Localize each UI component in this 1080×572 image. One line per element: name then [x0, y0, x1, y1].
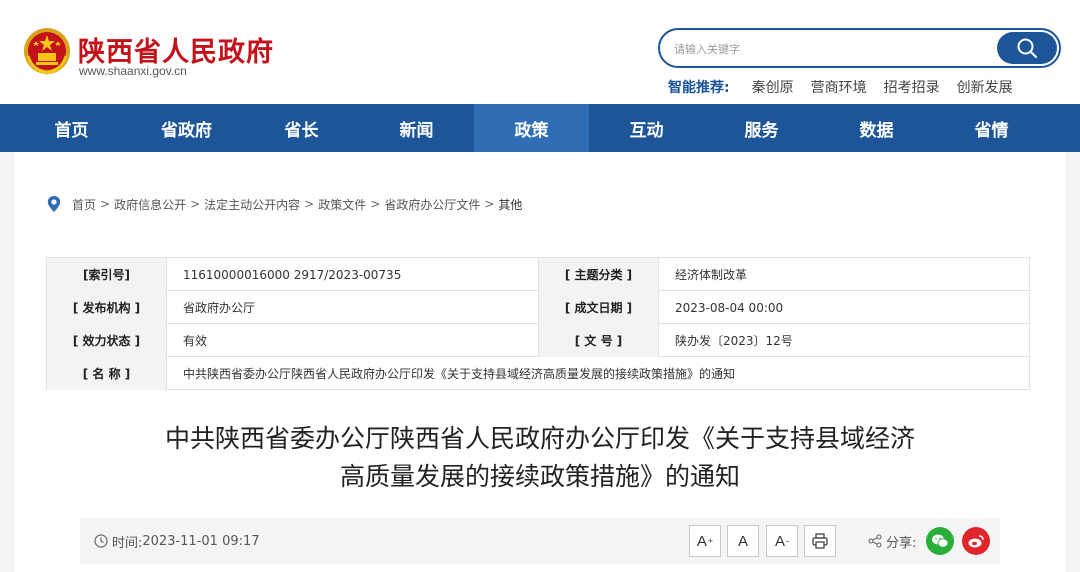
location-pin-icon — [47, 196, 61, 212]
nav-item-provincial-government[interactable]: 省政府 — [129, 104, 244, 152]
breadcrumb-separator: > — [484, 197, 495, 211]
plus-icon: + — [707, 536, 714, 546]
nav-item-interaction[interactable]: 互动 — [589, 104, 704, 152]
printer-icon — [812, 533, 828, 549]
nav-item-home[interactable]: 首页 — [14, 104, 129, 152]
recommend-link-business-environment[interactable]: 营商环境 — [811, 77, 867, 97]
main-nav: 首页 省政府 省长 新闻 政策 互动 服务 数据 省情 — [0, 104, 1080, 152]
written-date-label: [ 成文日期 ] — [539, 291, 659, 324]
smart-recommend: 智能推荐: 秦创原 营商环境 招考招录 创新发展 — [668, 77, 1030, 97]
share-area: 分享: — [868, 531, 916, 551]
breadcrumb-separator: > — [370, 197, 381, 211]
nav-item-data[interactable]: 数据 — [819, 104, 934, 152]
index-number-label: [索引号] — [47, 258, 167, 291]
recommend-link-qinchuangyuan[interactable]: 秦创原 — [752, 77, 794, 97]
search-button[interactable] — [997, 32, 1057, 64]
topic-category-label: [ 主题分类 ] — [539, 258, 659, 291]
article-title-line-2: 高质量发展的接续政策措施》的通知 — [339, 462, 740, 491]
print-button[interactable] — [804, 525, 836, 557]
clock-icon — [94, 534, 108, 548]
breadcrumb-statutory-disclosure[interactable]: 法定主动公开内容 — [204, 196, 300, 213]
weibo-icon — [968, 535, 984, 548]
written-date-value: 2023-08-04 00:00 — [675, 300, 784, 315]
validity-status-value: 有效 — [167, 324, 539, 357]
breadcrumb-separator: > — [304, 197, 315, 211]
national-emblem-icon[interactable] — [22, 26, 72, 76]
breadcrumb: 首页 > 政府信息公开 > 法定主动公开内容 > 政策文件 > 省政府办公厅文件… — [46, 194, 522, 214]
search-icon — [1017, 38, 1038, 59]
article-info-bar: 时间: 2023-11-01 09:17 A + A A- 分享: — [80, 518, 1000, 564]
breadcrumb-separator: > — [190, 197, 201, 211]
document-name-value: 中共陕西省委办公厅陕西省人民政府办公厅印发《关于支持县域经济高质量发展的接续政策… — [183, 367, 736, 381]
nav-item-policy[interactable]: 政策 — [474, 104, 589, 152]
nav-item-news[interactable]: 新闻 — [359, 104, 474, 152]
site-url[interactable]: www.shaanxi.gov.cn — [79, 64, 187, 78]
font-normal-button[interactable]: A — [727, 525, 759, 557]
nav-item-province-info[interactable]: 省情 — [934, 104, 1049, 152]
font-smaller-label: A — [774, 532, 785, 550]
breadcrumb-other[interactable]: 其他 — [498, 196, 522, 213]
table-row: [索引号] 11610000016000 2917/2023-00735 [ 主… — [47, 258, 1031, 291]
font-larger-label: A — [696, 532, 707, 550]
minus-icon: - — [786, 536, 789, 546]
article-title-line-1: 中共陕西省委办公厅陕西省人民政府办公厅印发《关于支持县域经济 — [164, 424, 915, 453]
issuer-label: [ 发布机构 ] — [47, 291, 167, 324]
share-label: 分享: — [886, 535, 917, 551]
breadcrumb-office-documents[interactable]: 省政府办公厅文件 — [384, 196, 480, 213]
font-larger-button[interactable]: A + — [689, 525, 721, 557]
issuer-value: 省政府办公厅 — [167, 291, 539, 324]
weibo-share-button[interactable] — [962, 527, 990, 555]
validity-status-label: [ 效力状态 ] — [47, 324, 167, 357]
publish-time-value: 2023-11-01 09:17 — [142, 533, 260, 549]
document-metadata-table: [索引号] 11610000016000 2917/2023-00735 [ 主… — [46, 257, 1031, 390]
nav-item-services[interactable]: 服务 — [704, 104, 819, 152]
breadcrumb-info-disclosure[interactable]: 政府信息公开 — [114, 196, 186, 213]
wechat-share-button[interactable] — [926, 527, 954, 555]
share-icon — [868, 534, 882, 548]
table-row: [ 名 称 ] 中共陕西省委办公厅陕西省人民政府办公厅印发《关于支持县域经济高质… — [47, 357, 1031, 390]
table-row: [ 效力状态 ] 有效 [ 文 号 ] 陕办发〔2023〕12号 — [47, 324, 1031, 357]
search-input[interactable] — [674, 40, 994, 58]
breadcrumb-home[interactable]: 首页 — [72, 196, 96, 213]
document-number-label: [ 文 号 ] — [539, 324, 659, 357]
font-normal-label: A — [737, 532, 748, 550]
table-row: [ 发布机构 ] 省政府办公厅 [ 成文日期 ] 2023-08-04 00:0… — [47, 291, 1031, 324]
topic-category-value: 经济体制改革 — [675, 268, 748, 282]
nav-item-governor[interactable]: 省长 — [244, 104, 359, 152]
breadcrumb-policy-documents[interactable]: 政策文件 — [318, 196, 366, 213]
wechat-icon — [932, 534, 949, 548]
breadcrumb-separator: > — [100, 197, 111, 211]
document-number-value: 陕办发〔2023〕12号 — [675, 334, 793, 348]
publish-time-label: 时间: — [112, 535, 143, 551]
site-header: 陕西省人民政府 www.shaanxi.gov.cn 智能推荐: 秦创原 营商环… — [0, 0, 1080, 104]
index-number-value: 11610000016000 2917/2023-00735 — [167, 258, 539, 291]
search-box — [658, 28, 1061, 68]
recommend-link-innovation[interactable]: 创新发展 — [957, 77, 1013, 97]
article-title: 中共陕西省委办公厅陕西省人民政府办公厅印发《关于支持县域经济 高质量发展的接续政… — [80, 420, 1000, 496]
publish-time: 时间: 2023-11-01 09:17 — [94, 531, 260, 551]
smart-recommend-label: 智能推荐: — [668, 80, 730, 96]
font-smaller-button[interactable]: A- — [766, 525, 798, 557]
document-name-label: [ 名 称 ] — [47, 357, 167, 390]
recommend-link-recruitment[interactable]: 招考招录 — [884, 77, 940, 97]
